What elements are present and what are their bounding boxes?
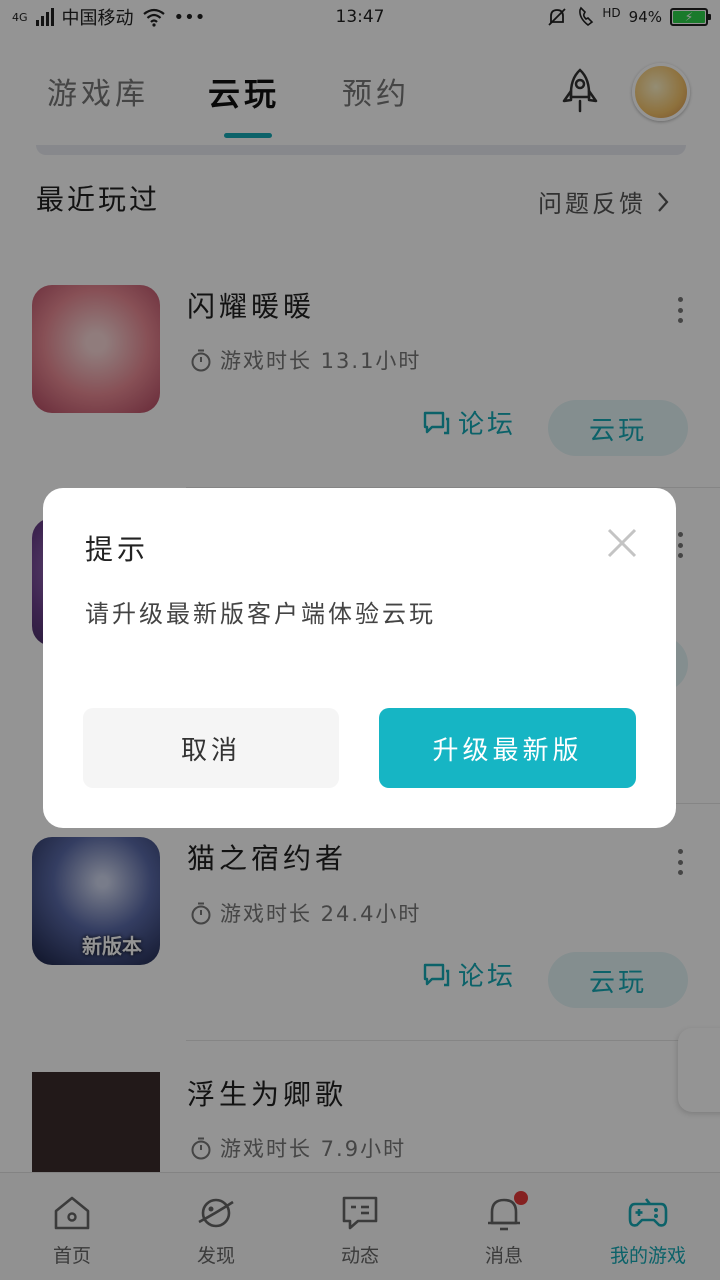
upgrade-button[interactable]: 升级最新版 [379,708,636,788]
upgrade-dialog: 提示 请升级最新版客户端体验云玩 取消 升级最新版 [43,488,676,828]
close-icon[interactable] [603,524,641,562]
dialog-message: 请升级最新版客户端体验云玩 [85,600,436,628]
dialog-title: 提示 [85,533,150,566]
cancel-button[interactable]: 取消 [83,708,339,788]
